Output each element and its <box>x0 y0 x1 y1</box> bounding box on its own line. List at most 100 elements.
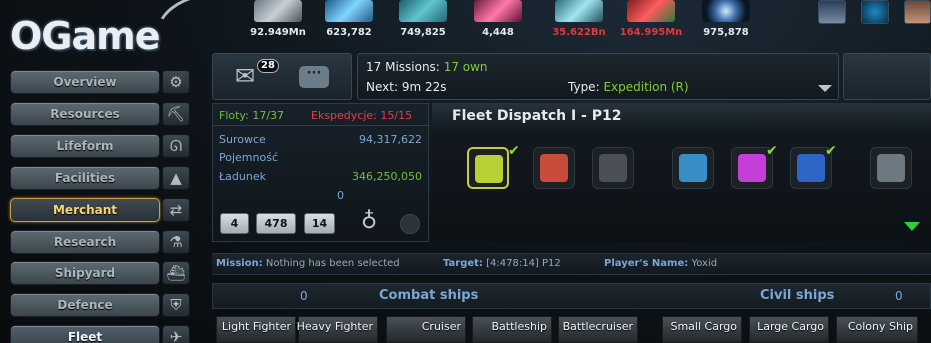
menu-resources[interactable]: Resources <box>10 102 160 126</box>
menu-research[interactable]: Research <box>10 230 160 254</box>
resource-crystal[interactable]: 623,782 <box>316 0 382 40</box>
fleet-info-panel: Floty: 17/37 Ekspedycje: 15/15 Surowce 9… <box>212 103 430 242</box>
resource-dark-matter[interactable]: 975,878 <box>693 0 759 40</box>
mission-value: Nothing has been selected <box>265 258 400 269</box>
ship-icon[interactable]: ⛴ <box>162 261 190 285</box>
ship-label: Large Cargo <box>757 320 824 333</box>
ship-light-fighter[interactable]: Light Fighter <box>216 316 296 343</box>
menu-merchant[interactable]: Merchant <box>10 198 160 222</box>
missions-label: 17 Missions: <box>366 60 440 74</box>
moon-icon[interactable] <box>400 214 420 234</box>
event-list-box[interactable]: 17 Missions: 17 own Next: 9m 22s Type: E… <box>357 53 839 100</box>
menu-label: Lifeform <box>56 139 114 153</box>
menu-defence[interactable]: Defence <box>10 293 160 317</box>
logo-ring <box>150 0 232 51</box>
target-value: [4:478:14] P12 <box>486 258 561 269</box>
extra-value: 0 <box>337 189 344 202</box>
logo-text: OGame <box>10 14 161 58</box>
flask-icon[interactable]: ⚗ <box>162 230 190 254</box>
position-coord[interactable]: 14 <box>304 213 335 234</box>
transport-mission-button[interactable] <box>592 147 634 189</box>
mission-info: Mission: Nothing has been selected <box>216 258 400 269</box>
menu-label: Facilities <box>54 171 116 185</box>
resources-label: Surowce <box>219 133 266 146</box>
menu-facilities[interactable]: Facilities <box>10 166 160 190</box>
expand-arrow-icon[interactable] <box>904 222 920 231</box>
system-coord[interactable]: 478 <box>256 213 296 234</box>
ship-colony-ship[interactable]: Colony Ship <box>836 316 918 343</box>
combat-ships-header[interactable]: Combat ships <box>379 288 478 303</box>
menu-label: Fleet <box>67 330 103 343</box>
shield-icon[interactable]: ⛨ <box>162 293 190 317</box>
next-event: Next: 9m 22s <box>366 80 447 94</box>
fighters-icon <box>738 154 766 182</box>
event-type: Type: Expedition (R) <box>568 80 689 94</box>
menu-fleet[interactable]: Fleet <box>10 325 160 343</box>
menu-label: Overview <box>53 75 117 89</box>
resource-deuterium[interactable]: 749,825 <box>390 0 456 40</box>
capacity-label: Pojemność <box>219 151 278 164</box>
target-icon <box>540 154 568 182</box>
ship-label: Light Fighter <box>221 320 291 333</box>
colonize-mission-button[interactable] <box>672 147 714 189</box>
ship-battlecruiser[interactable]: Battlecruiser <box>558 316 638 343</box>
energy-icon <box>474 0 522 22</box>
cargo-label: Ładunek <box>219 170 266 183</box>
chat-icon[interactable]: ··· <box>299 66 329 88</box>
menu-lifeform[interactable]: Lifeform <box>10 134 160 158</box>
building-icon[interactable]: ▲ <box>162 166 190 190</box>
admiral-avatar[interactable] <box>861 0 889 24</box>
swap-icon[interactable]: ⇄ <box>162 198 190 222</box>
recycle-icon <box>877 154 905 182</box>
ship-cruiser[interactable]: Cruiser <box>386 316 466 343</box>
check-icon: ✔ <box>766 143 778 159</box>
galaxy-coord[interactable]: 4 <box>220 213 249 234</box>
resource-value: 623,782 <box>326 27 372 38</box>
crystal-icon <box>325 0 373 22</box>
attack-mission-button[interactable] <box>533 147 575 189</box>
type-value: Expedition (R) <box>603 80 689 94</box>
expand-events-icon[interactable] <box>818 85 832 92</box>
resource-food[interactable]: 164.995Mn <box>618 0 684 40</box>
transport-icon <box>599 154 627 182</box>
commander-avatar[interactable] <box>818 0 846 24</box>
right-panel-box <box>843 53 931 100</box>
resource-population[interactable]: 35.622Bn <box>546 0 612 40</box>
resource-metal[interactable]: 92.949Mn <box>245 0 311 40</box>
resource-value: 164.995Mn <box>619 27 683 38</box>
planet-icon[interactable]: ♁ <box>361 211 377 233</box>
recycle-mission-button[interactable] <box>870 147 912 189</box>
dark-matter-icon <box>702 0 750 22</box>
mail-icon[interactable]: ✉ <box>235 63 255 89</box>
mission-status-bar: Mission: Nothing has been selected Targe… <box>212 253 931 275</box>
ship-large-cargo[interactable]: Large Cargo <box>749 316 829 343</box>
fleet-icon[interactable]: ✈ <box>162 325 190 343</box>
check-icon: ✔ <box>825 143 837 159</box>
type-label: Type: <box>568 80 600 94</box>
resource-value: 4,448 <box>482 27 514 38</box>
dna-icon[interactable]: ᘏ <box>162 134 190 158</box>
gear-icon[interactable]: ⚙ <box>162 70 190 94</box>
civil-ships-header[interactable]: Civil ships <box>760 288 834 303</box>
menu-overview[interactable]: Overview <box>10 70 160 94</box>
ship-heavy-fighter[interactable]: Heavy Fighter <box>297 316 378 343</box>
ogame-window: OGame 92.949Mn 623,782 749,825 4,448 35.… <box>0 0 931 343</box>
resource-energy[interactable]: 4,448 <box>465 0 531 40</box>
engineer-avatar[interactable] <box>904 0 931 24</box>
menu-label: Defence <box>57 298 113 312</box>
target-label: Target: <box>443 258 483 269</box>
expedition-mission-button[interactable] <box>467 147 509 189</box>
ship-category-bar: 0 Combat ships Civil ships 0 <box>212 283 931 309</box>
ogame-logo[interactable]: OGame <box>6 0 232 58</box>
player-value: Yoxid <box>691 258 718 269</box>
mine-icon[interactable]: ⛏ <box>162 102 190 126</box>
deuterium-icon <box>399 0 447 22</box>
dispatch-title: Fleet Dispatch I - P12 <box>452 108 622 124</box>
food-icon <box>627 0 675 22</box>
ship-label: Battleship <box>491 320 547 333</box>
menu-shipyard[interactable]: Shipyard <box>10 261 160 285</box>
ship-battleship[interactable]: Battleship <box>472 316 552 343</box>
fleet-dispatch-panel: Fleet Dispatch I - P12 ✔ ✔ ✔ <box>432 103 931 242</box>
comet-icon <box>797 154 825 182</box>
ship-small-cargo[interactable]: Small Cargo <box>662 316 742 343</box>
